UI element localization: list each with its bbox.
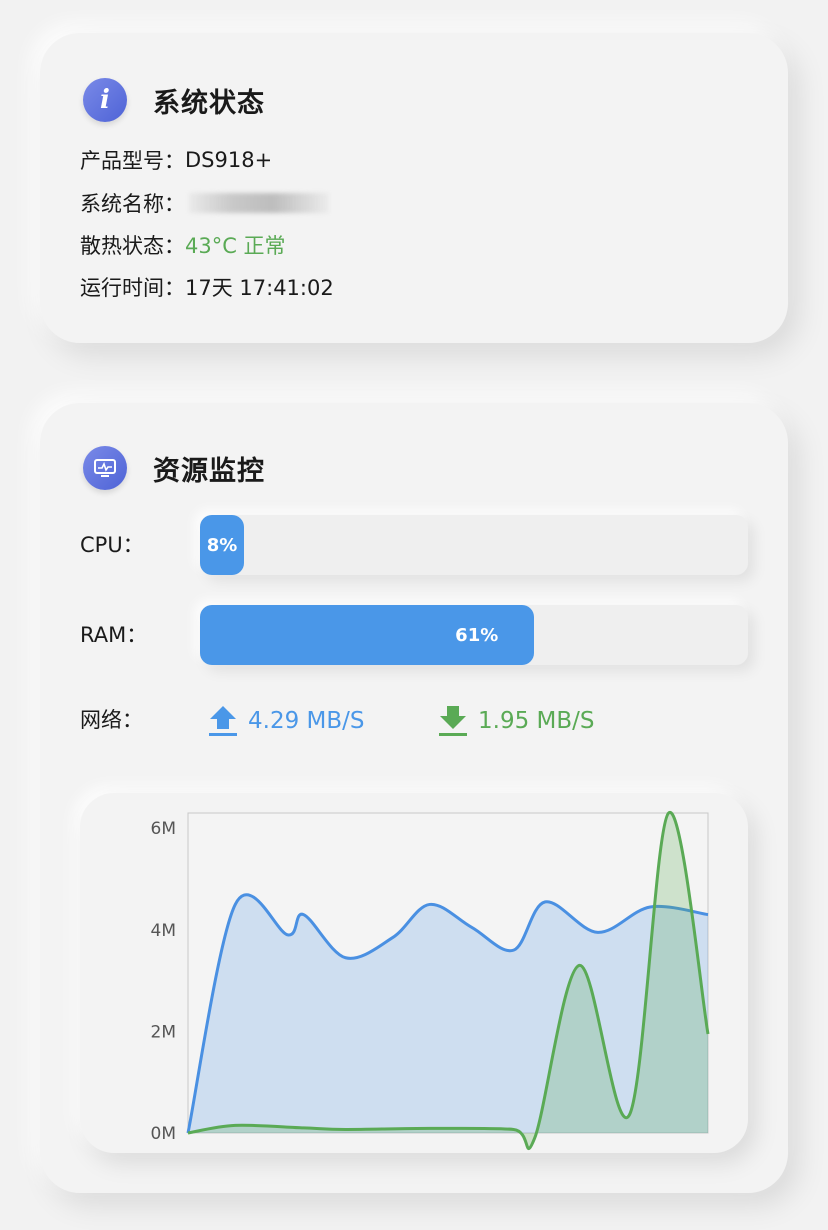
uptime-row: 运行时间： 17天 17:41:02 bbox=[80, 272, 334, 302]
info-icon: i bbox=[83, 78, 127, 122]
system-status-card: i 系统状态 产品型号： DS918+ 系统名称： 散热状态： 43°C 正常 … bbox=[40, 33, 788, 343]
ram-label: RAM： bbox=[80, 623, 148, 647]
uptime-value: 17天 17:41:02 bbox=[185, 276, 334, 300]
product-model-label: 产品型号： bbox=[80, 149, 185, 173]
system-name-row: 系统名称： bbox=[80, 188, 329, 218]
ram-progress-bar: 61% bbox=[200, 605, 748, 665]
system-status-title: 系统状态 bbox=[153, 87, 265, 119]
upload-series-area bbox=[188, 894, 708, 1133]
system-name-redacted bbox=[189, 193, 329, 213]
uptime-label: 运行时间： bbox=[80, 276, 185, 300]
system-status-header: i 系统状态 bbox=[83, 77, 265, 123]
resource-monitor-card: 资源监控 CPU： 8% RAM： 61% 网络： 4.29 MB/S 1.95… bbox=[40, 403, 788, 1193]
cpu-label: CPU： bbox=[80, 533, 144, 557]
network-chart: 0M 2M 4M 6M bbox=[80, 793, 748, 1153]
system-name-label: 系统名称： bbox=[80, 192, 185, 216]
product-model-row: 产品型号： DS918+ bbox=[80, 145, 272, 175]
product-model-value: DS918+ bbox=[185, 148, 273, 172]
y-tick-label: 4M bbox=[151, 921, 176, 941]
resource-monitor-header: 资源监控 bbox=[83, 445, 265, 491]
network-chart-svg: 0M 2M 4M 6M bbox=[151, 811, 710, 1151]
thermal-status-value: 43°C 正常 bbox=[185, 234, 286, 258]
network-download: 1.95 MB/S bbox=[438, 703, 595, 739]
resource-monitor-title: 资源监控 bbox=[153, 455, 265, 487]
monitor-icon bbox=[83, 446, 127, 490]
y-tick-label: 6M bbox=[151, 819, 176, 839]
network-label: 网络： bbox=[80, 708, 143, 732]
upload-speed-value: 4.29 MB/S bbox=[248, 708, 365, 734]
network-upload: 4.29 MB/S bbox=[208, 703, 365, 739]
download-speed-value: 1.95 MB/S bbox=[478, 708, 595, 734]
thermal-status-label: 散热状态： bbox=[80, 234, 185, 258]
download-arrow-icon bbox=[439, 706, 467, 736]
upload-arrow-icon bbox=[209, 706, 237, 736]
cpu-progress-fill: 8% bbox=[200, 515, 244, 575]
y-tick-label: 0M bbox=[151, 1124, 176, 1144]
y-tick-label: 2M bbox=[151, 1022, 176, 1042]
thermal-status-row: 散热状态： 43°C 正常 bbox=[80, 230, 286, 260]
ram-progress-fill: 61% bbox=[200, 605, 535, 665]
cpu-progress-bar: 8% bbox=[200, 515, 748, 575]
